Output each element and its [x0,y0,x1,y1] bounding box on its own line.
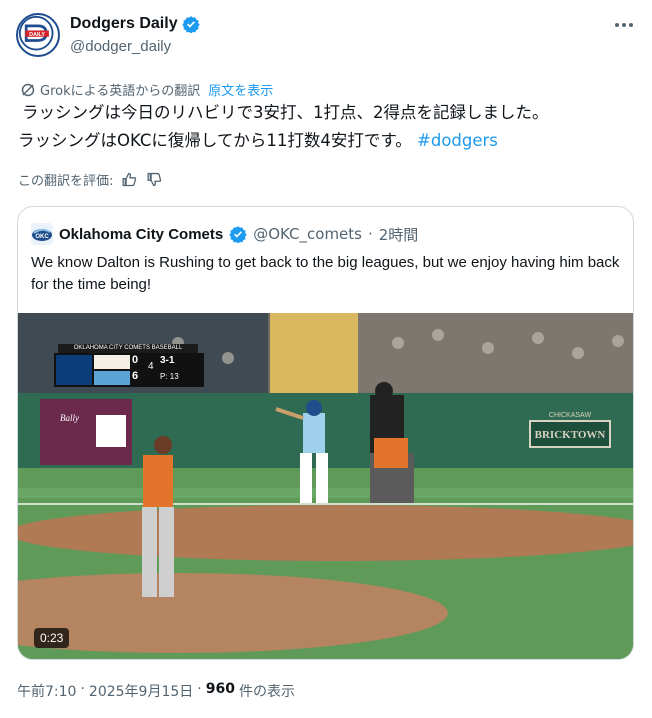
translation-notice: Grokによる英語からの翻訳 原文を表示 [20,80,273,99]
quoted-separator: · [367,225,373,243]
tweet-meta: 午前7:10 · 2025年9月15日 · 960 件の表示 [17,681,295,701]
home-score: 6 [132,370,139,382]
pitches: P: 13 [160,372,179,381]
bricktown-top-text: CHICKASAW [549,412,592,419]
away-score: 0 [132,354,139,366]
inning: 4 [148,361,154,372]
quoted-header: OKC Oklahoma City Comets @OKC_comets · 2… [31,223,418,245]
show-original-link[interactable]: 原文を表示 [208,80,273,99]
verified-badge-icon [181,16,200,33]
hashtag-link[interactable]: #dodgers [417,131,498,150]
rate-label: この翻訳を評価: [18,174,114,189]
quoted-handle[interactable]: @OKC_comets [253,225,362,243]
author-display-name[interactable]: Dodgers Daily [70,15,178,33]
rate-translation: この翻訳を評価: [18,170,163,189]
away-team-logo-icon [94,355,130,369]
grok-icon [21,83,35,96]
thumbs-up-icon[interactable] [121,171,138,188]
meta-separator: · [197,681,202,697]
video-player[interactable]: CHICKASAW BRICKTOWN Bally OKLAHOMA CITY … [18,313,633,659]
author-name-row: Dodgers Daily [70,15,200,33]
svg-text:DAILY: DAILY [29,32,45,38]
scorebug: OKLAHOMA CITY COMETS BASEBALL 0 6 4 3-1 … [54,344,204,387]
quoted-text: We know Dalton is Rushing to get back to… [31,254,620,293]
quoted-tweet[interactable]: OKC Oklahoma City Comets @OKC_comets · 2… [17,206,634,660]
views-count: 960 [205,681,235,697]
quoted-time[interactable]: 2時間 [379,224,419,245]
author-handle[interactable]: @dodger_daily [70,38,171,55]
scorebug-title: OKLAHOMA CITY COMETS BASEBALL [58,344,198,353]
tweet-line-2-text: ラッシングはOKCに復帰してから11打数4安打です。 [18,131,412,150]
home-team-logo-icon [94,371,130,385]
quoted-avatar: OKC [31,223,53,245]
tweet-text: ラッシングは今日のリハビリで3安打、1打点、2得点を記録しました。 ラッシングは… [18,99,628,155]
svg-text:OKC: OKC [35,234,49,240]
bally-ad-text: Bally [60,413,79,423]
tweet-line-2: ラッシングはOKCに復帰してから11打数4安打です。 #dodgers [18,127,628,155]
pitch-count: 3-1 [160,355,175,366]
post-date[interactable]: 2025年9月15日 [89,681,193,701]
video-duration: 0:23 [34,628,70,648]
translation-notice-text: Grokによる英語からの翻訳 [40,84,201,99]
quoted-display-name[interactable]: Oklahoma City Comets [59,226,223,243]
avatar[interactable]: DAILY [16,13,60,57]
tweet-line-1: ラッシングは今日のリハビリで3安打、1打点、2得点を記録しました。 [22,103,549,122]
verified-badge-icon [229,226,247,243]
bricktown-text: BRICKTOWN [535,429,606,441]
views-label: 件の表示 [238,684,295,700]
post-time[interactable]: 午前7:10 [17,681,76,701]
mlb-logo-icon [56,355,92,385]
thumbs-down-icon[interactable] [146,171,163,188]
meta-separator: · [80,681,85,697]
more-options-icon[interactable] [614,17,634,33]
dodgers-daily-logo-icon: DAILY [18,15,54,51]
comets-logo-icon: OKC [32,228,52,241]
